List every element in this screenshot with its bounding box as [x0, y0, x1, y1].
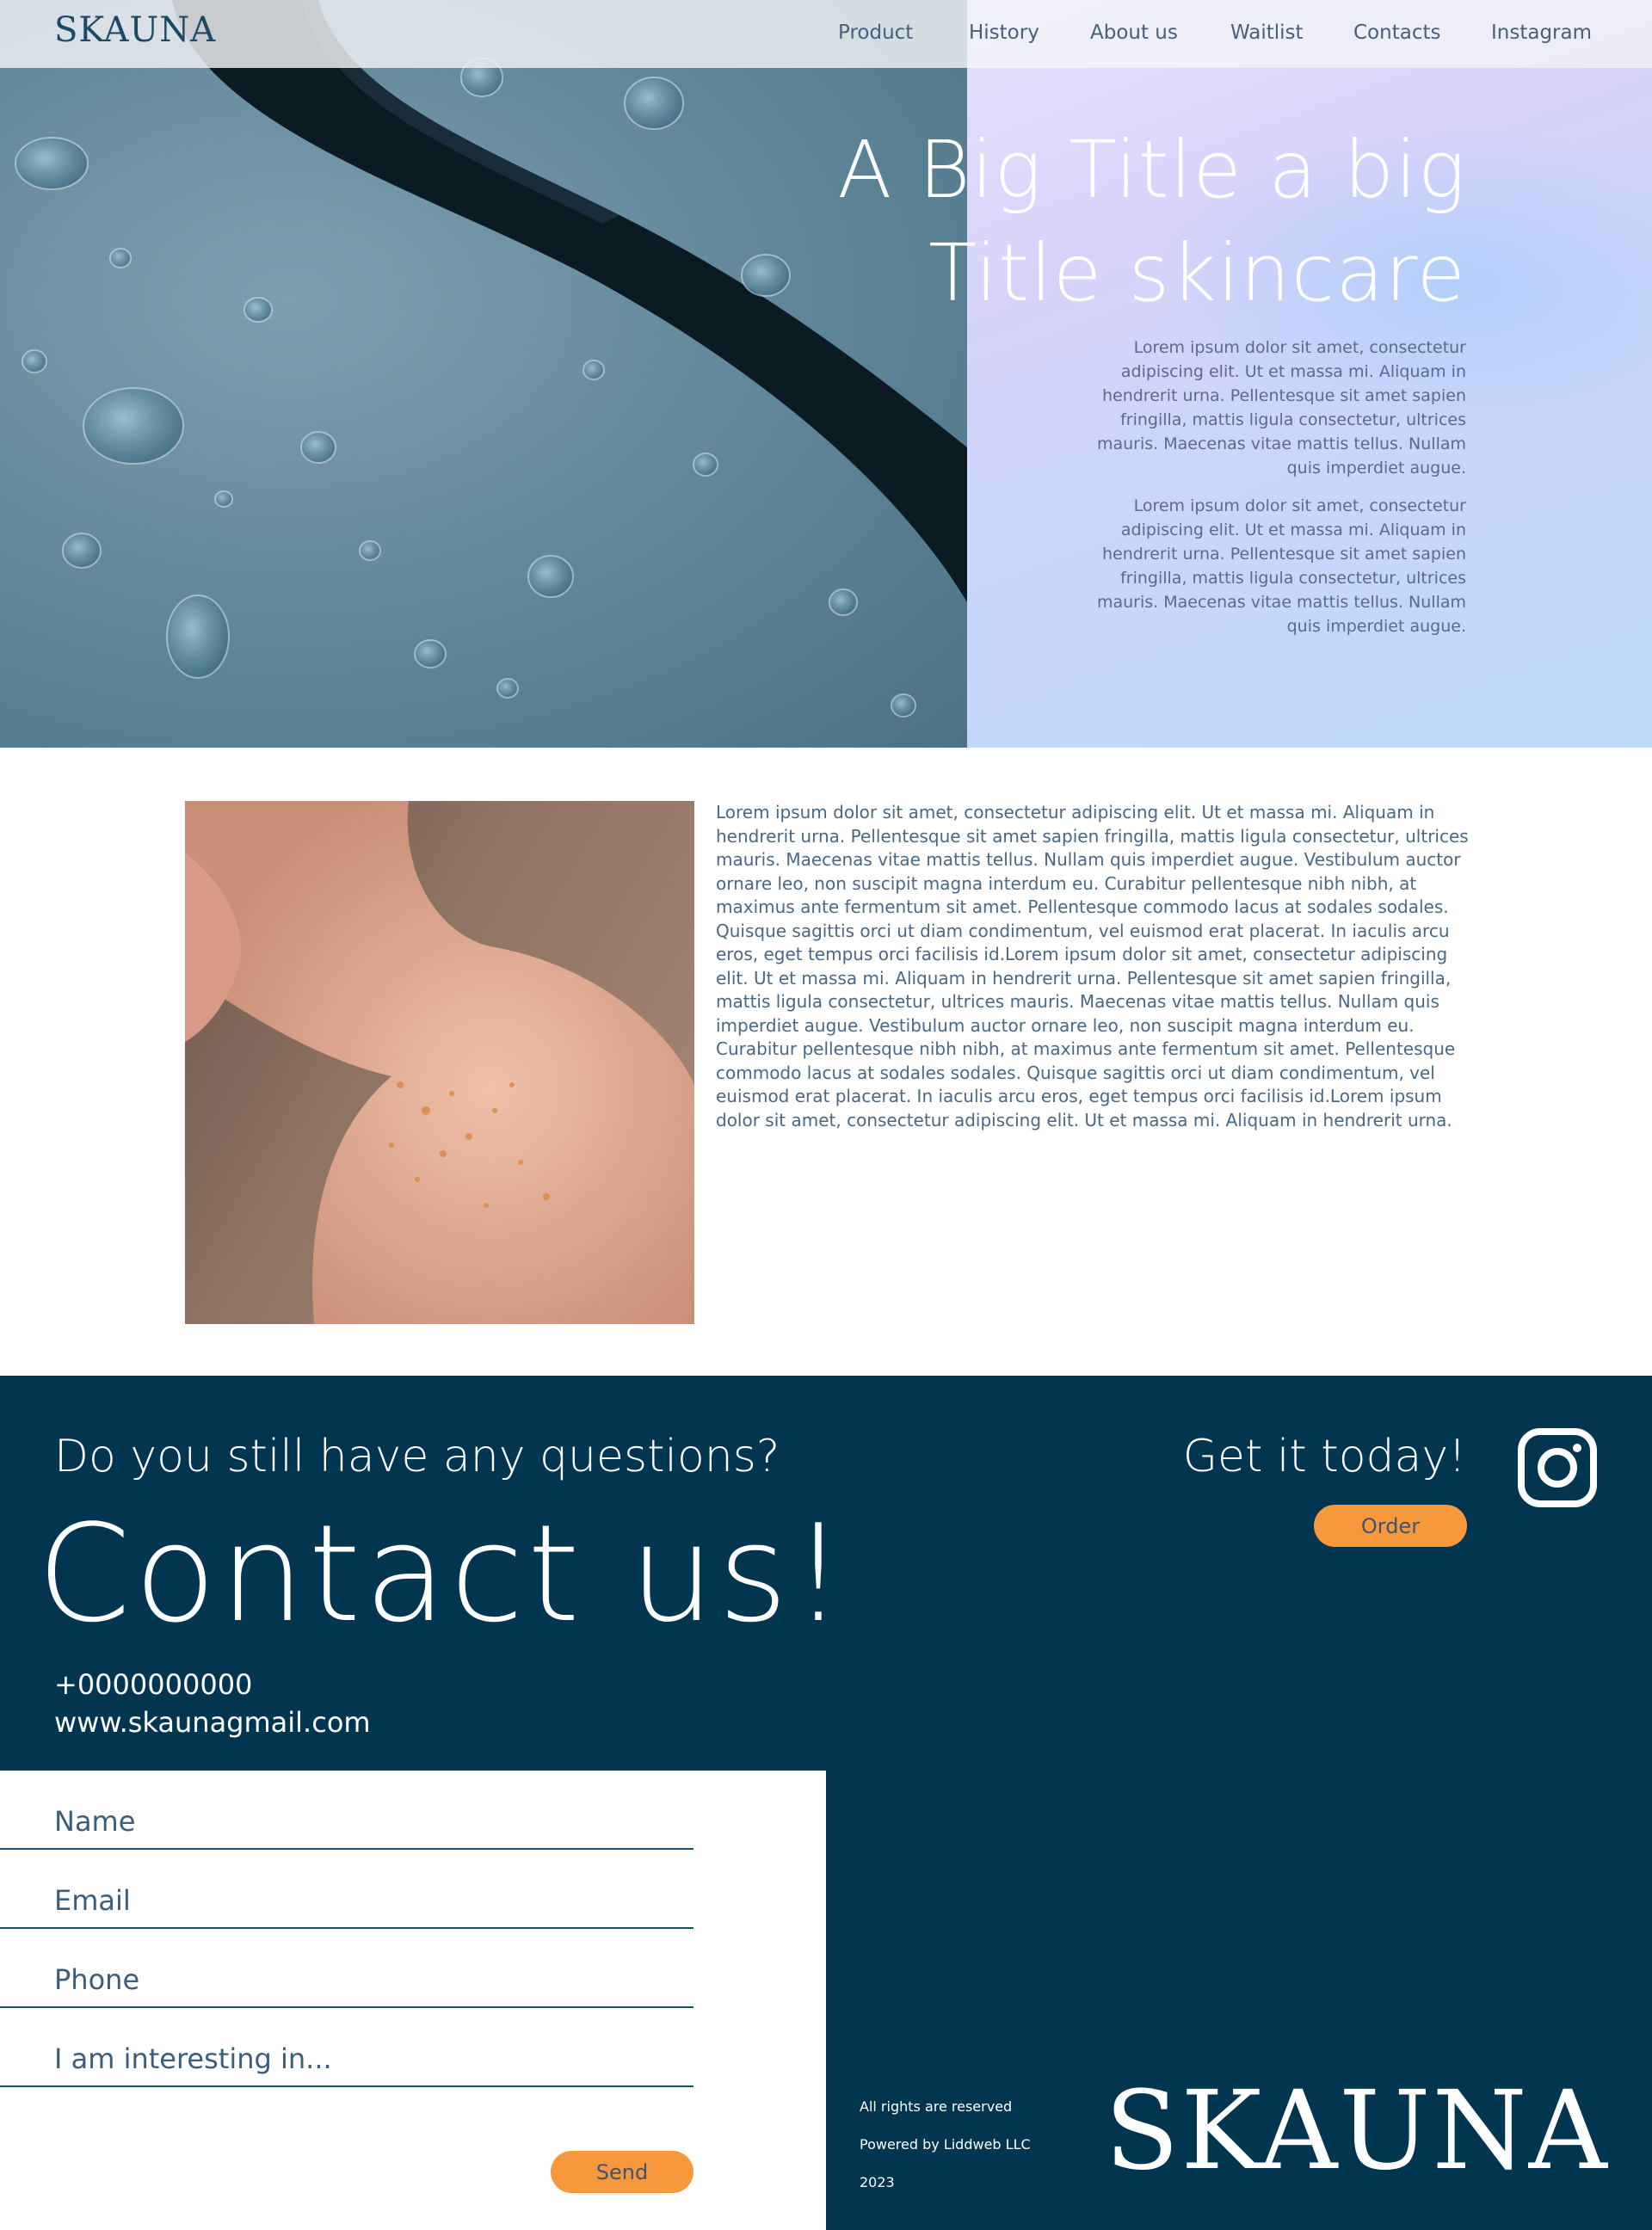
top-navigation: SKAUNA Product History About us Waitlist… — [0, 0, 1652, 68]
nav-item-contacts[interactable]: Contacts — [1353, 22, 1440, 44]
hero-title-line2: Title skincare — [928, 227, 1466, 319]
get-it-today-heading: Get it today! — [1182, 1431, 1466, 1482]
hero-section: A Big Title a big Title skincare Lorem i… — [0, 0, 1652, 748]
footer-powered-by[interactable]: Powered by Liddweb LLC — [860, 2136, 1031, 2153]
contact-headline: Contact us! — [37, 1495, 849, 1652]
nav-item-instagram[interactable]: Instagram — [1491, 22, 1592, 44]
brand-logo[interactable]: SKAUNA — [54, 10, 216, 50]
phone-input[interactable] — [54, 1963, 674, 1996]
name-field — [0, 1771, 693, 1850]
hero-image-art — [15, 0, 967, 718]
nav-item-waitlist[interactable]: Waitlist — [1230, 22, 1304, 44]
instagram-icon[interactable] — [1517, 1427, 1598, 1508]
phone-field — [0, 1929, 693, 2008]
order-button[interactable]: Order — [1314, 1505, 1467, 1547]
footer-logo: SKAUNA — [1105, 2067, 1609, 2194]
contact-phone[interactable]: +0000000000 — [54, 1668, 252, 1701]
about-paragraph: Lorem ipsum dolor sit amet, consectetur … — [716, 802, 1469, 1130]
interest-input[interactable] — [54, 2042, 674, 2075]
hero-title-line1: A Big Title a big — [837, 124, 1466, 216]
hero-water-drops-image — [0, 0, 967, 748]
email-field — [0, 1850, 693, 1929]
hero-title: A Big Title a big Title skincare — [692, 119, 1466, 325]
footer-rights: All rights are reserved — [860, 2098, 1013, 2115]
hero-paragraph-1: Lorem ipsum dolor sit amet, consectetur … — [1096, 338, 1466, 477]
contact-section: Do you still have any questions? Contact… — [0, 1376, 1652, 2230]
email-input[interactable] — [54, 1884, 674, 1917]
about-photo-art — [185, 801, 694, 1324]
name-input[interactable] — [54, 1805, 674, 1838]
interest-field — [0, 2008, 693, 2087]
about-skin-photo — [185, 801, 694, 1324]
footer-year: 2023 — [860, 2174, 895, 2190]
contact-form: Send — [0, 1771, 826, 2230]
hero-paragraph-2: Lorem ipsum dolor sit amet, consectetur … — [1096, 496, 1466, 636]
nav-item-product[interactable]: Product — [838, 22, 913, 44]
send-button[interactable]: Send — [551, 2151, 693, 2193]
nav-item-history[interactable]: History — [969, 22, 1039, 44]
questions-heading: Do you still have any questions? — [54, 1431, 780, 1482]
contact-website[interactable]: www.skaunagmail.com — [54, 1706, 371, 1739]
nav-item-about-us[interactable]: About us — [1090, 22, 1178, 44]
